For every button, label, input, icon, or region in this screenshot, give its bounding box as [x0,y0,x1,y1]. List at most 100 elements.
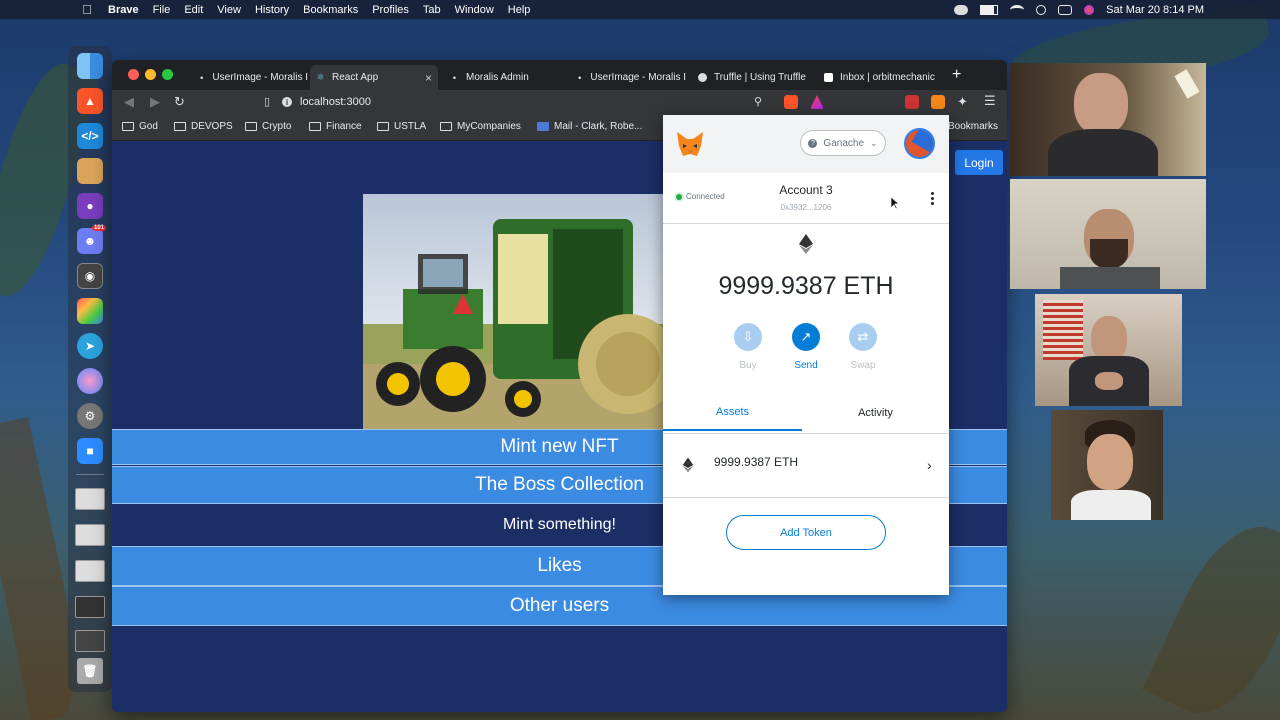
menubar-datetime[interactable]: Sat Mar 20 8:14 PM [1106,4,1204,16]
github-icon[interactable]: ● [77,193,103,219]
swap-label: Swap [850,360,876,371]
tab-label: UserImage - Moralis I [212,72,308,83]
minimized-window-thumb[interactable] [75,524,105,546]
bookmark-devops[interactable]: DEVOPS [174,121,233,132]
tab-label: React App [332,72,379,83]
send-arrow-icon: ↗ [792,323,820,351]
account-avatar[interactable] [904,128,935,159]
launchpad-icon[interactable] [77,298,103,324]
bookmark-ustla[interactable]: USTLA [377,121,426,132]
system-preferences-icon[interactable]: ⚙ [77,403,103,429]
search-icon[interactable] [1036,4,1047,15]
extensions-puzzle-icon[interactable]: ✦ [957,94,968,110]
account-options-icon[interactable] [929,192,935,207]
finder-icon[interactable] [77,53,103,79]
tab-dot-icon: • [452,72,457,83]
zoom-icon[interactable]: ⚲ [754,95,762,108]
add-token-button[interactable]: Add Token [726,515,886,550]
tab-moralis-admin[interactable]: • Moralis Admin [444,65,568,90]
menu-help[interactable]: Help [508,4,531,16]
menu-tab[interactable]: Tab [423,4,441,16]
brave-rewards-icon[interactable] [810,95,824,109]
new-tab-icon[interactable]: + [952,66,961,84]
participant-body [1048,129,1158,176]
bookmark-icon[interactable]: ▯ [264,95,270,108]
back-icon[interactable]: ◀ [124,94,134,110]
minimized-window-thumb[interactable] [75,596,105,618]
wifi-icon[interactable] [1010,4,1025,15]
menu-edit[interactable]: Edit [184,4,203,16]
login-button[interactable]: Login [955,150,1003,175]
menu-bookmarks[interactable]: Bookmarks [303,4,358,16]
outlook-icon [537,122,549,131]
tab-truffle[interactable]: Truffle | Using Truffle [692,65,810,90]
minimized-window-thumb[interactable] [75,630,105,652]
tab-inbox[interactable]: Inbox | orbitmechanic [818,65,938,90]
video-participant-2[interactable] [1010,179,1206,289]
bookmark-crypto[interactable]: Crypto [245,121,291,132]
tab-userimage-1[interactable]: • UserImage - Moralis I [192,65,308,90]
swap-icon: ⇄ [849,323,877,351]
participant-face [1074,73,1128,135]
close-tab-icon[interactable]: × [425,71,432,85]
bookmark-overflow[interactable]: Bookmarks [948,121,998,132]
menu-app-name[interactable]: Brave [108,4,139,16]
metamask-fox-icon[interactable] [675,130,705,158]
account-address[interactable]: 0x3932...1206 [663,203,949,212]
tab-react-app[interactable]: ⚛ React App × [310,65,438,90]
menu-file[interactable]: File [153,4,171,16]
menu-view[interactable]: View [217,4,241,16]
menu-profiles[interactable]: Profiles [372,4,409,16]
reload-icon[interactable]: ↻ [174,94,185,110]
tab-assets[interactable]: Assets [663,395,802,431]
forward-icon[interactable]: ▶ [150,94,160,110]
bookmark-mail[interactable]: Mail - Clark, Robe... [537,121,642,132]
minimized-window-thumb[interactable] [75,560,105,582]
trash-icon[interactable]: 🗑 [77,658,103,684]
metamask-extension-icon[interactable] [931,95,945,109]
menu-window[interactable]: Window [455,4,494,16]
folder-icon [377,122,389,131]
video-participant-3[interactable] [1035,294,1182,406]
bookmark-god[interactable]: God [122,121,158,132]
siri-icon[interactable] [1084,4,1095,15]
bookmark-finance[interactable]: Finance [309,121,362,132]
box-icon[interactable] [77,158,103,184]
extension-red-icon[interactable] [905,95,919,109]
zoom-icon[interactable]: ■ [77,438,103,464]
apple-icon[interactable]:  [80,2,94,17]
screenshot-icon[interactable]: ◉ [77,263,103,289]
menu-history[interactable]: History [255,4,289,16]
minimize-window-icon[interactable] [145,69,156,80]
brave-shields-icon[interactable] [784,95,798,109]
brave-icon[interactable]: ▲ [77,88,103,114]
close-window-icon[interactable] [128,69,139,80]
menu-icon[interactable]: ☰ [984,93,996,109]
telegram-icon[interactable]: ➤ [77,333,103,359]
video-participant-4[interactable] [1051,410,1163,520]
url-text: localhost:3000 [300,96,371,108]
buy-action[interactable]: ⇩ Buy [723,323,773,371]
video-participant-1[interactable] [1010,63,1206,176]
network-selector[interactable]: ? Ganache ⌄ [800,130,886,156]
nft-image [363,194,663,430]
discord-icon[interactable]: ☻ 101 [77,225,106,254]
eth-asset-row[interactable]: 9999.9387 ETH › [663,445,949,489]
control-center-icon[interactable] [1058,4,1073,15]
siri-icon[interactable] [77,368,103,394]
bookmark-mycompanies[interactable]: MyCompanies [440,121,521,132]
tab-activity[interactable]: Activity [806,395,945,431]
participant-body [1060,267,1160,289]
send-action[interactable]: ↗ Send [781,323,831,371]
vscode-icon[interactable]: </> [77,123,103,149]
tab-label: Moralis Admin [466,72,529,83]
site-info-icon[interactable]: i [282,97,292,107]
tab-userimage-2[interactable]: • UserImage - Moralis I [570,65,686,90]
swap-action[interactable]: ⇄ Swap [838,323,888,371]
account-name[interactable]: Account 3 [663,183,949,197]
battery-icon[interactable] [980,4,999,15]
maximize-window-icon[interactable] [162,69,173,80]
minimized-window-thumb[interactable] [75,488,105,510]
cloud-icon[interactable] [954,4,969,15]
address-bar[interactable]: i localhost:3000 [282,93,772,111]
